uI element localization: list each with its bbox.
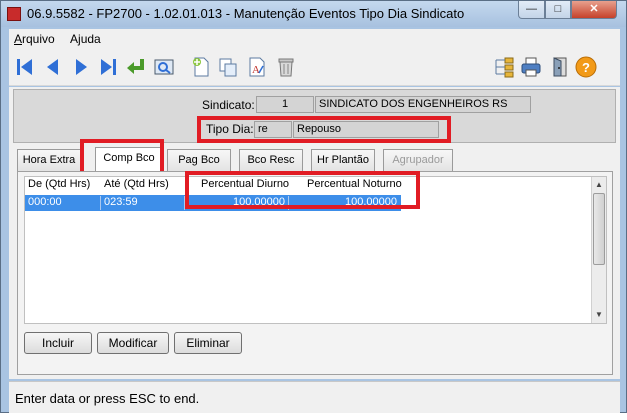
scroll-down-icon[interactable]: ▼	[592, 308, 606, 322]
maximize-button[interactable]: □	[545, 1, 571, 19]
main-panel: Sindicato: 1 SINDICATO DOS ENGENHEIROS R…	[9, 87, 620, 379]
menu-ajuda-pre: A	[70, 32, 79, 46]
menu-arquivo[interactable]: Arquivo	[14, 32, 55, 46]
menu-bar: Arquivo Ajuda	[9, 29, 620, 49]
app-icon	[7, 7, 21, 21]
menu-ajuda-rest: uda	[80, 32, 101, 46]
percentual-highlight	[185, 171, 420, 209]
status-bar: Enter data or press ESC to end.	[9, 381, 620, 413]
menu-arquivo-accel: A	[14, 32, 23, 46]
column-de[interactable]: De (Qtd Hrs)	[28, 178, 90, 190]
return-icon[interactable]	[124, 55, 148, 79]
tab-agrupador: Agrupador	[383, 149, 453, 171]
modificar-button[interactable]: Modificar	[97, 332, 169, 354]
tab-hora-extra[interactable]: Hora Extra	[17, 149, 81, 171]
next-record-icon[interactable]	[69, 55, 93, 79]
background-strip	[0, 413, 627, 420]
help-icon[interactable]: ?	[574, 55, 598, 79]
print-icon[interactable]	[519, 55, 543, 79]
new-document-icon[interactable]	[189, 55, 213, 79]
hierarchy-icon[interactable]	[492, 55, 516, 79]
cell-ate[interactable]: 023:59	[101, 196, 185, 210]
minimize-button[interactable]: —	[518, 1, 545, 19]
status-message: Enter data or press ESC to end.	[15, 391, 200, 406]
trash-icon[interactable]	[274, 55, 298, 79]
application-window: 06.9.5582 - FP2700 - 1.02.01.013 - Manut…	[0, 0, 627, 413]
header-box: Sindicato: 1 SINDICATO DOS ENGENHEIROS R…	[13, 89, 616, 143]
edit-text-icon[interactable]: A	[245, 55, 269, 79]
window-title: 06.9.5582 - FP2700 - 1.02.01.013 - Manut…	[27, 6, 465, 21]
tab-bco-resc[interactable]: Bco Resc	[239, 149, 303, 171]
eliminar-button[interactable]: Eliminar	[174, 332, 242, 354]
tipo-dia-highlight	[197, 116, 451, 143]
sindicato-label: Sindicato:	[202, 98, 255, 112]
grid-scrollbar[interactable]: ▲ ▼	[591, 177, 606, 323]
toolbar: A ?	[9, 49, 620, 86]
sindicato-code-field[interactable]: 1	[256, 96, 314, 113]
previous-record-icon[interactable]	[41, 55, 65, 79]
scroll-thumb[interactable]	[593, 193, 605, 265]
svg-text:?: ?	[582, 60, 590, 75]
svg-text:A: A	[252, 64, 260, 76]
title-bar[interactable]: 06.9.5582 - FP2700 - 1.02.01.013 - Manut…	[1, 1, 626, 27]
last-record-icon[interactable]	[96, 55, 120, 79]
column-ate[interactable]: Até (Qtd Hrs)	[104, 178, 169, 190]
exit-door-icon[interactable]	[548, 55, 572, 79]
menu-arquivo-rest: rquivo	[22, 32, 55, 46]
tab-panel: De (Qtd Hrs) Até (Qtd Hrs) Percentual Di…	[17, 171, 613, 375]
close-button[interactable]: ✕	[571, 1, 617, 19]
menu-ajuda[interactable]: Ajuda	[70, 32, 101, 46]
copy-icon[interactable]	[216, 55, 240, 79]
tab-pag-bco[interactable]: Pag Bco	[167, 149, 231, 171]
first-record-icon[interactable]	[13, 55, 37, 79]
cell-de[interactable]: 000:00	[25, 196, 101, 210]
preview-icon[interactable]	[152, 55, 176, 79]
scroll-up-icon[interactable]: ▲	[592, 178, 606, 192]
tab-hr-plantao[interactable]: Hr Plantão	[311, 149, 375, 171]
incluir-button[interactable]: Incluir	[24, 332, 92, 354]
sindicato-name-field: SINDICATO DOS ENGENHEIROS RS	[315, 96, 531, 113]
